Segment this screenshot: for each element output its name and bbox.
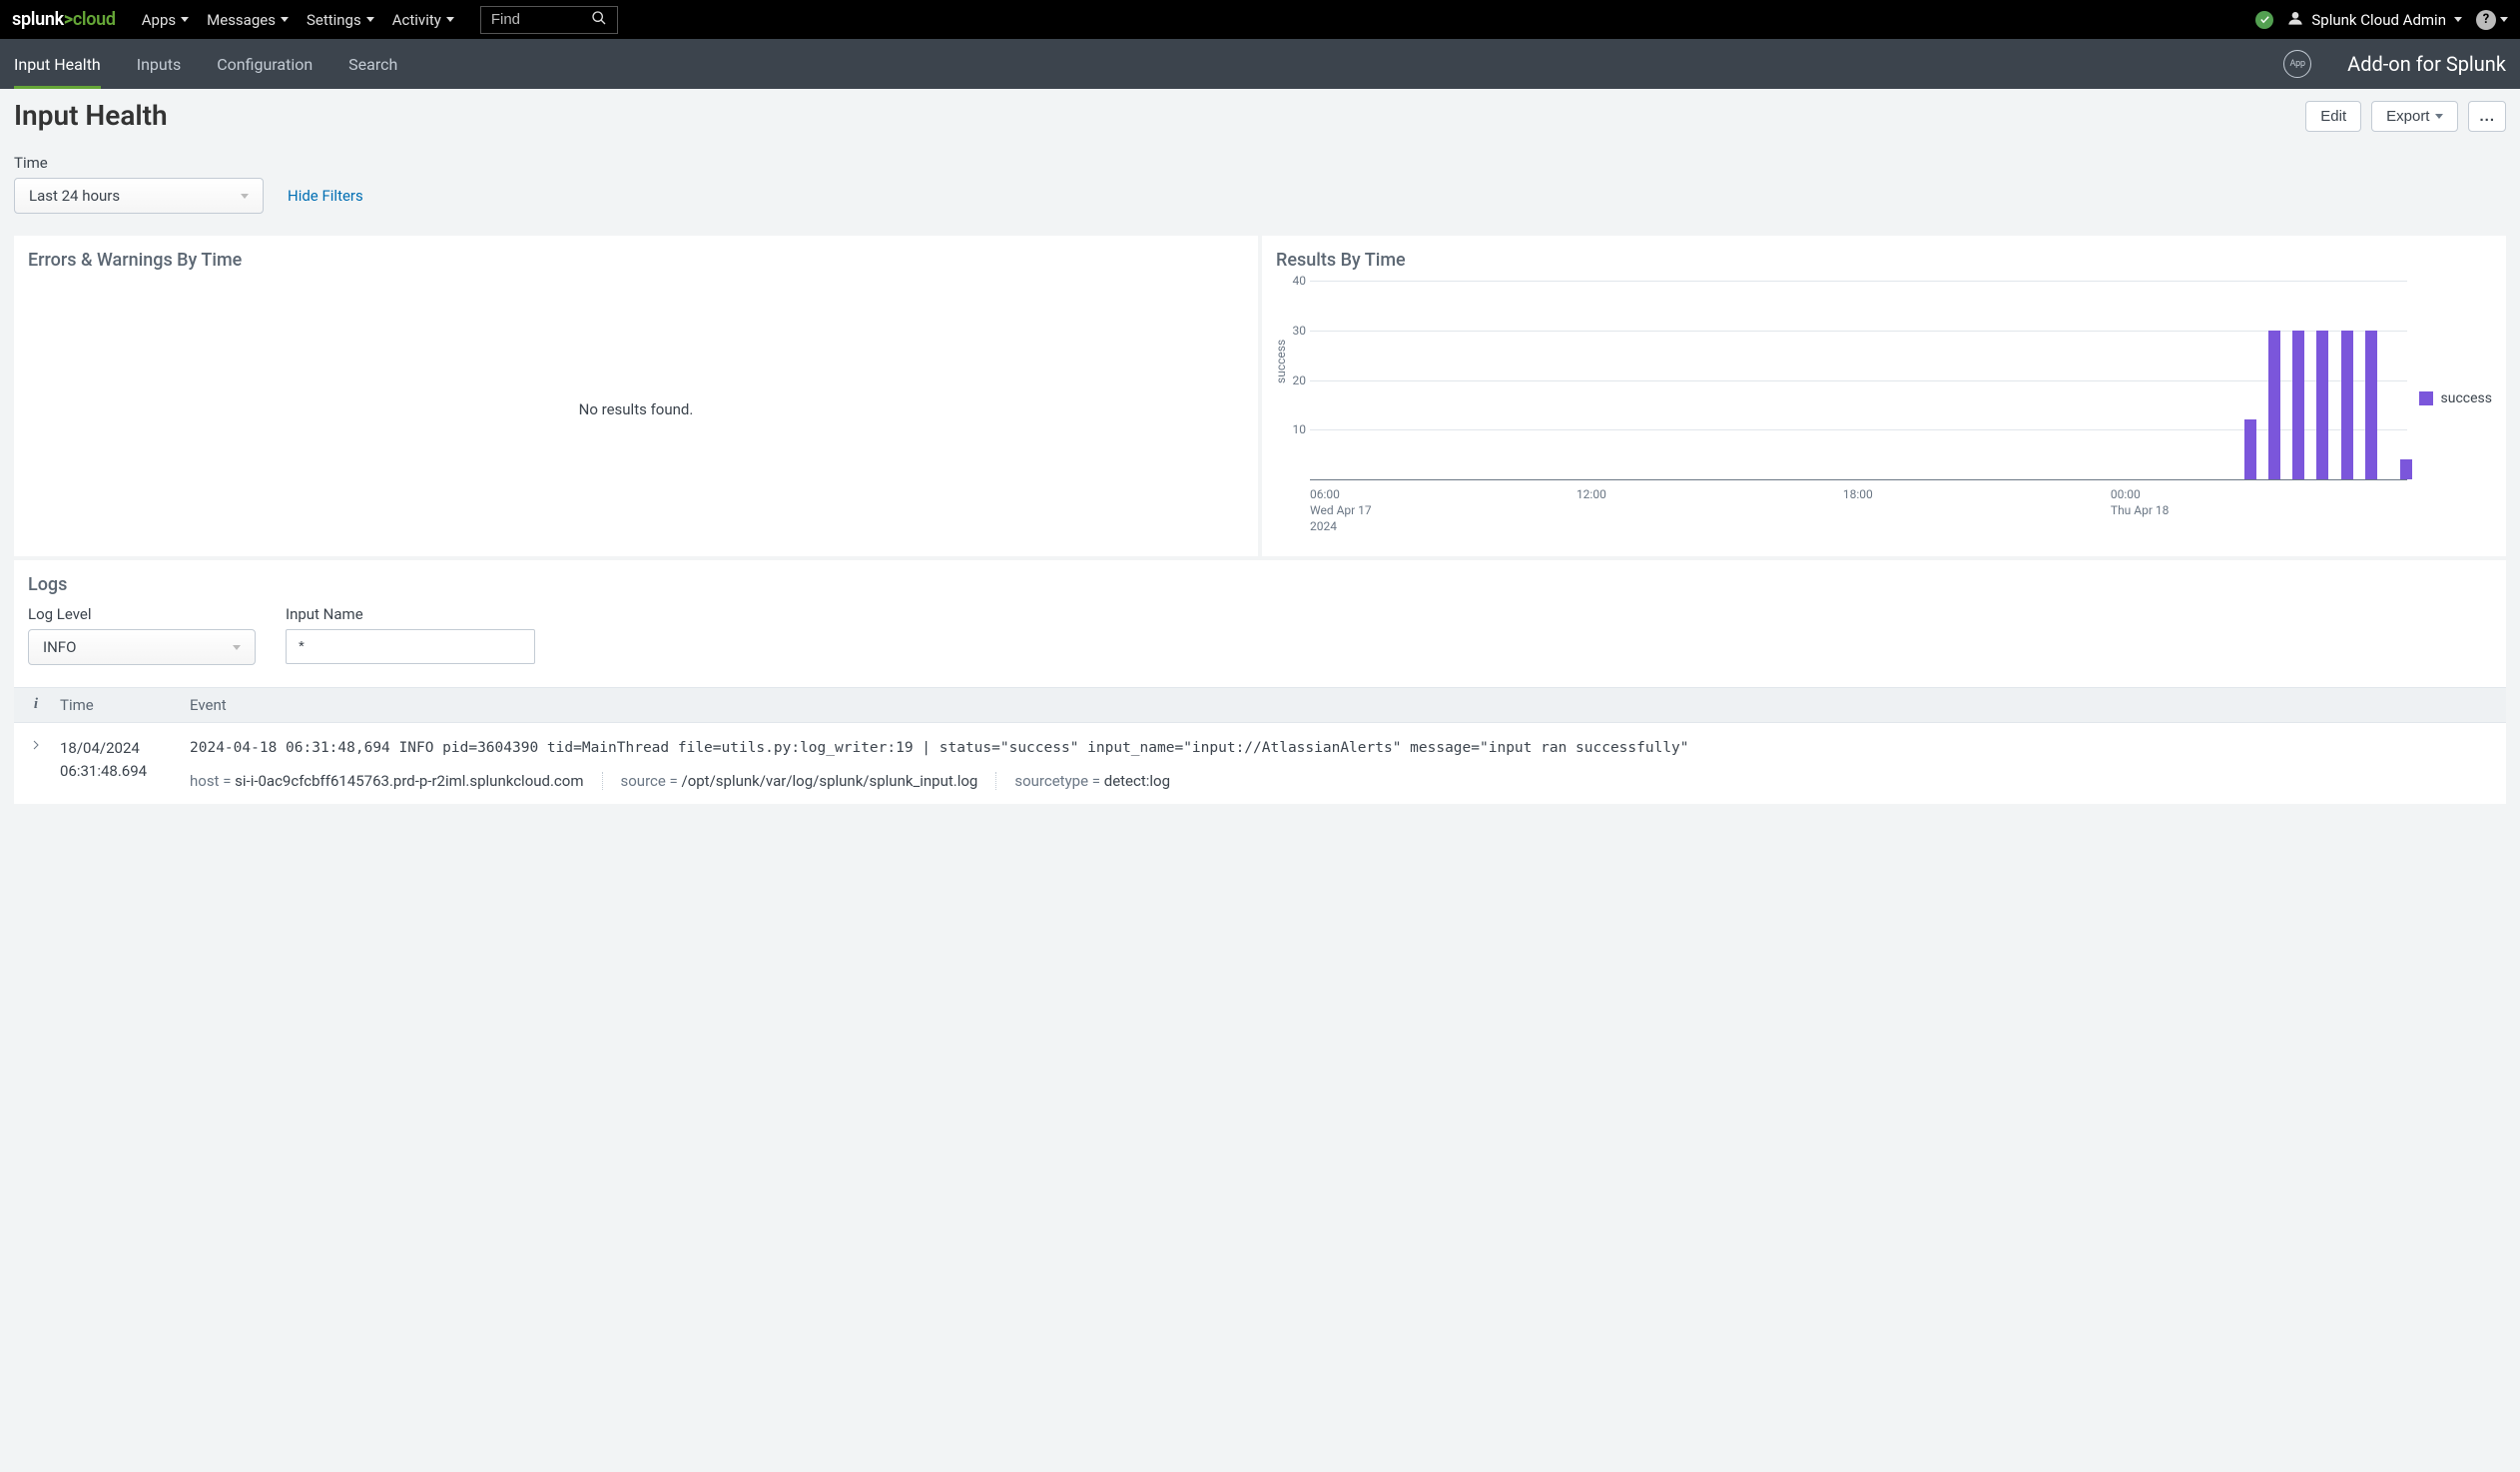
results-chart: success 10203040 06:00Wed Apr 17202412:0… xyxy=(1276,281,2492,530)
caret-down-icon xyxy=(233,645,241,650)
more-label: ... xyxy=(2479,108,2495,125)
tab-configuration[interactable]: Configuration xyxy=(217,39,313,89)
chart-bar[interactable] xyxy=(2268,331,2280,479)
app-title: Add-on for Splunk xyxy=(2347,52,2506,76)
event-content: 2024-04-18 06:31:48,694 INFO pid=3604390… xyxy=(180,737,2506,790)
more-actions-button[interactable]: ... xyxy=(2468,101,2506,132)
user-icon xyxy=(2287,10,2303,30)
logs-title: Logs xyxy=(28,574,2492,595)
help-menu[interactable]: ? xyxy=(2476,10,2508,30)
splunk-logo: splunk>cloud xyxy=(12,9,116,30)
chevron-right-icon xyxy=(30,739,42,755)
app-subnav: Input Health Inputs Configuration Search… xyxy=(0,39,2520,89)
search-icon xyxy=(591,10,607,30)
chart-bar[interactable] xyxy=(2341,331,2353,479)
help-icon: ? xyxy=(2476,10,2496,30)
logo-prefix: splunk xyxy=(12,9,64,30)
chart-bar[interactable] xyxy=(2400,459,2412,479)
legend-swatch xyxy=(2419,391,2433,405)
tab-input-health[interactable]: Input Health xyxy=(14,39,101,89)
event-metadata: host = si-i-0ac9cfcbff6145763.prd-p-r2im… xyxy=(190,772,2506,790)
header-event[interactable]: Event xyxy=(180,696,2506,714)
user-label: Splunk Cloud Admin xyxy=(2311,11,2446,29)
edit-label: Edit xyxy=(2320,108,2346,125)
event-row: 18/04/2024 06:31:48.694 2024-04-18 06:31… xyxy=(14,723,2506,804)
meta-source[interactable]: source = /opt/splunk/var/log/splunk/splu… xyxy=(621,772,978,790)
meta-sourcetype[interactable]: sourcetype = detect:log xyxy=(1014,772,1170,790)
caret-down-icon xyxy=(366,17,374,22)
chart-xaxis: 06:00Wed Apr 17202412:0018:0000:00Thu Ap… xyxy=(1310,480,2407,530)
tab-label: Inputs xyxy=(137,55,181,74)
results-panel-title: Results By Time xyxy=(1276,250,2492,271)
nav-apps[interactable]: Apps xyxy=(142,11,189,29)
caret-down-icon xyxy=(2454,17,2462,22)
tab-label: Configuration xyxy=(217,55,313,74)
nav-apps-label: Apps xyxy=(142,11,176,29)
chart-bar[interactable] xyxy=(2244,419,2256,479)
caret-down-icon xyxy=(2435,114,2443,119)
no-results-message: No results found. xyxy=(28,281,1244,538)
chart-legend: success xyxy=(2419,390,2492,406)
event-timestamp: 06:31:48.694 xyxy=(60,760,180,783)
caret-down-icon xyxy=(241,194,249,199)
tab-label: Input Health xyxy=(14,55,101,74)
user-menu[interactable]: Splunk Cloud Admin xyxy=(2287,10,2462,30)
caret-down-icon xyxy=(446,17,454,22)
nav-settings-label: Settings xyxy=(307,11,361,29)
caret-down-icon xyxy=(181,17,189,22)
nav-messages[interactable]: Messages xyxy=(207,11,289,29)
nav-settings[interactable]: Settings xyxy=(307,11,374,29)
time-range-picker[interactable]: Last 24 hours xyxy=(14,178,264,214)
global-search[interactable] xyxy=(480,6,618,34)
chart-bar[interactable] xyxy=(2292,331,2304,479)
nav-activity[interactable]: Activity xyxy=(392,11,454,29)
nav-activity-label: Activity xyxy=(392,11,441,29)
export-label: Export xyxy=(2386,108,2429,125)
event-date: 18/04/2024 xyxy=(60,737,180,760)
logo-chevron: > xyxy=(64,9,73,30)
header-info[interactable]: i xyxy=(14,696,58,714)
time-label: Time xyxy=(14,154,2506,172)
tab-search[interactable]: Search xyxy=(348,39,397,89)
input-name-label: Input Name xyxy=(286,605,535,623)
input-name-field[interactable] xyxy=(286,629,535,664)
hide-filters-link[interactable]: Hide Filters xyxy=(288,187,363,205)
log-level-label: Log Level xyxy=(28,605,256,623)
legend-label: success xyxy=(2441,390,2492,406)
expand-event-button[interactable] xyxy=(14,737,58,755)
log-level-dropdown[interactable]: INFO xyxy=(28,629,256,665)
chart-bar[interactable] xyxy=(2316,331,2328,479)
event-time: 18/04/2024 06:31:48.694 xyxy=(58,737,180,782)
header-time[interactable]: Time xyxy=(58,696,180,714)
tab-label: Search xyxy=(348,55,397,74)
logo-suffix: cloud xyxy=(73,9,116,30)
tab-inputs[interactable]: Inputs xyxy=(137,39,181,89)
export-button[interactable]: Export xyxy=(2371,101,2458,132)
logs-panel: Logs Log Level INFO Input Name i Time Ev… xyxy=(14,560,2506,804)
health-status-icon[interactable] xyxy=(2255,11,2273,29)
caret-down-icon xyxy=(2500,17,2508,22)
filter-row: Time Last 24 hours Hide Filters xyxy=(0,154,2520,236)
nav-messages-label: Messages xyxy=(207,11,276,29)
global-search-input[interactable] xyxy=(491,11,581,28)
errors-panel-title: Errors & Warnings By Time xyxy=(28,250,1244,271)
results-panel: Results By Time success 10203040 06:00We… xyxy=(1262,236,2506,556)
page-title: Input Health xyxy=(14,99,168,132)
chart-plot-area[interactable]: 10203040 xyxy=(1310,281,2407,480)
event-raw-text[interactable]: 2024-04-18 06:31:48,694 INFO pid=3604390… xyxy=(190,737,2506,760)
caret-down-icon xyxy=(281,17,289,22)
errors-panel: Errors & Warnings By Time No results fou… xyxy=(14,236,1258,556)
meta-host[interactable]: host = si-i-0ac9cfcbff6145763.prd-p-r2im… xyxy=(190,772,584,790)
page-actions: Edit Export ... xyxy=(2305,99,2506,132)
app-badge-icon: App xyxy=(2283,50,2311,78)
logs-filters: Log Level INFO Input Name xyxy=(28,605,2492,665)
edit-button[interactable]: Edit xyxy=(2305,101,2361,132)
chart-bar[interactable] xyxy=(2365,331,2377,479)
page-header: Input Health Edit Export ... xyxy=(0,89,2520,154)
time-range-value: Last 24 hours xyxy=(29,187,120,205)
events-table-header: i Time Event xyxy=(14,687,2506,723)
dashboard-panels: Errors & Warnings By Time No results fou… xyxy=(0,236,2520,556)
log-level-value: INFO xyxy=(43,638,76,656)
global-topbar: splunk>cloud Apps Messages Settings Acti… xyxy=(0,0,2520,39)
